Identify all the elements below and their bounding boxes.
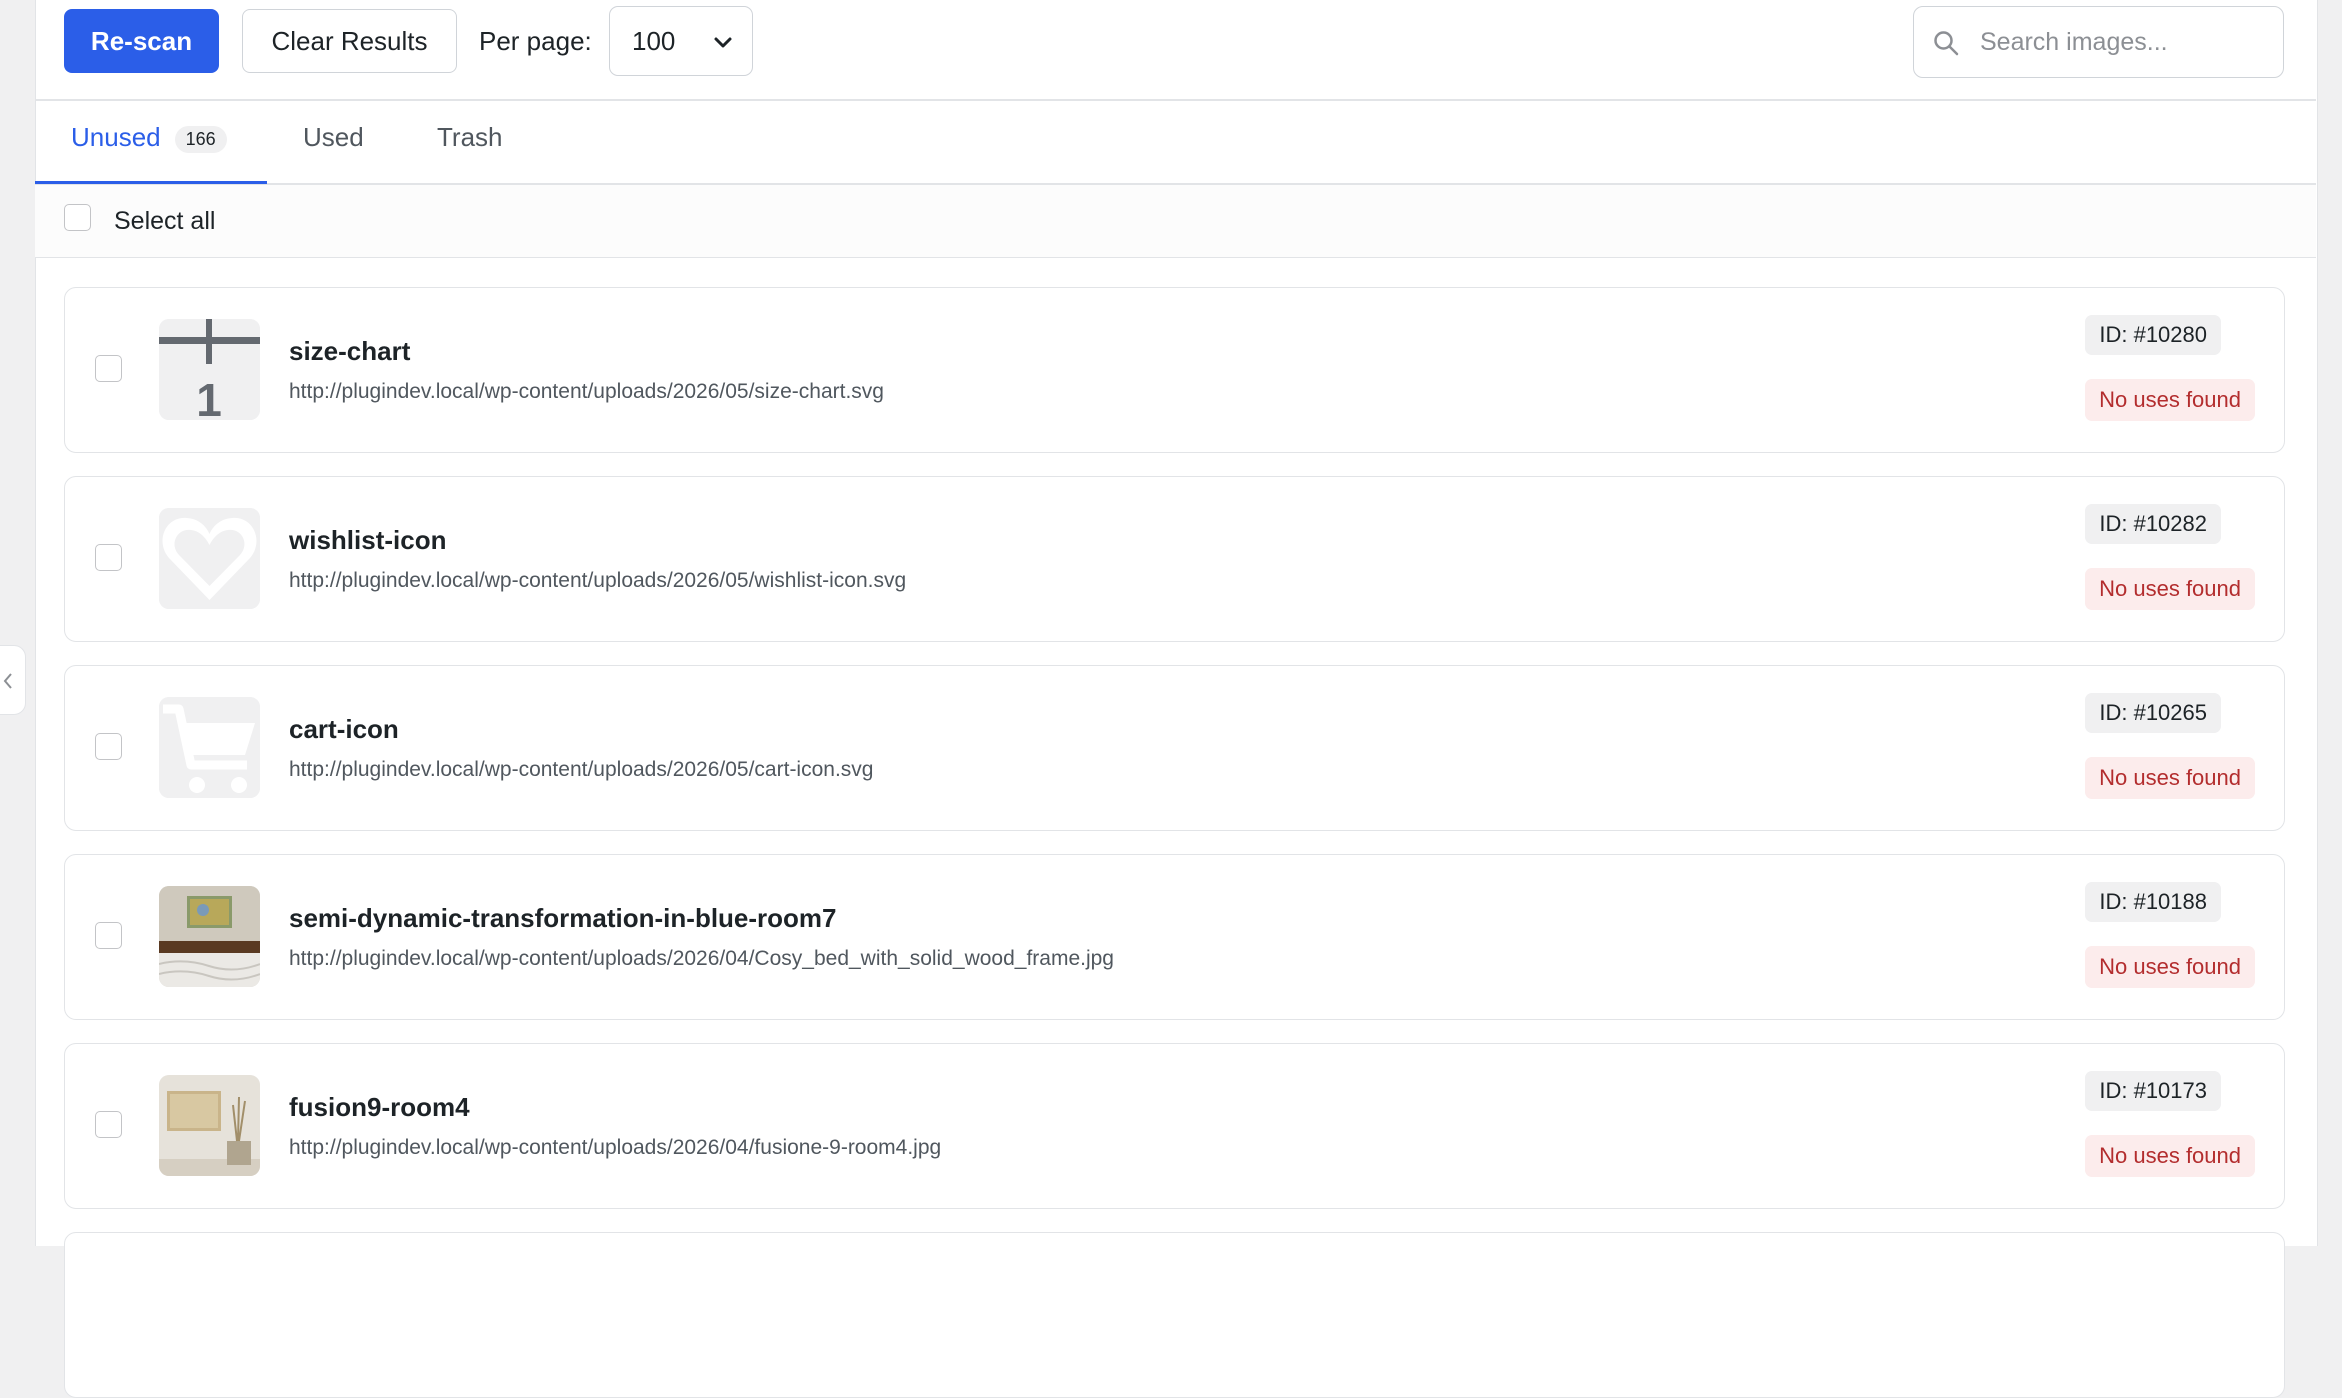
list-item: 1 size-chart http://plugindev.local/wp-c… xyxy=(64,287,2285,453)
item-url: http://plugindev.local/wp-content/upload… xyxy=(289,380,884,403)
rescan-button[interactable]: Re-scan xyxy=(64,9,219,73)
svg-text:1: 1 xyxy=(196,374,222,420)
item-name: size-chart xyxy=(289,336,411,366)
item-name: semi-dynamic-transformation-in-blue-room… xyxy=(289,903,837,933)
status-badge: No uses found xyxy=(2085,1135,2255,1177)
list-item: cart-icon http://plugindev.local/wp-cont… xyxy=(64,665,2285,831)
item-url: http://plugindev.local/wp-content/upload… xyxy=(289,569,907,592)
toolbar-divider xyxy=(35,99,2316,101)
list-item: semi-dynamic-transformation-in-blue-room… xyxy=(64,854,2285,1020)
per-page-select[interactable]: 100 xyxy=(609,6,753,76)
heart-icon xyxy=(159,508,260,609)
per-page-value: 100 xyxy=(632,25,676,56)
chevron-left-icon xyxy=(3,673,12,689)
tab-unused[interactable]: Unused 166 xyxy=(71,122,227,153)
tab-used[interactable]: Used xyxy=(303,122,364,153)
tab-trash-label: Trash xyxy=(437,122,503,152)
item-checkbox[interactable] xyxy=(95,733,122,760)
status-badge: No uses found xyxy=(2085,946,2255,988)
tab-used-label: Used xyxy=(303,122,364,152)
bedroom-photo xyxy=(159,886,260,987)
size-chart-icon: 1 xyxy=(159,319,260,420)
select-all-label: Select all xyxy=(114,207,216,235)
active-tab-indicator xyxy=(35,181,267,184)
select-all-row xyxy=(35,185,2316,258)
item-name: fusion9-room4 xyxy=(289,1092,470,1122)
item-name: wishlist-icon xyxy=(289,525,447,555)
item-id-badge: ID: #10282 xyxy=(2085,504,2221,544)
clear-results-button[interactable]: Clear Results xyxy=(242,9,457,73)
list-item: wishlist-icon http://plugindev.local/wp-… xyxy=(64,476,2285,642)
search-input[interactable] xyxy=(1978,19,2272,65)
item-id-badge: ID: #10188 xyxy=(2085,882,2221,922)
item-url: http://plugindev.local/wp-content/upload… xyxy=(289,758,874,781)
item-name: cart-icon xyxy=(289,714,399,744)
item-id-badge: ID: #10265 xyxy=(2085,693,2221,733)
item-url: http://plugindev.local/wp-content/upload… xyxy=(289,947,1114,970)
cart-icon xyxy=(159,697,260,798)
tab-trash[interactable]: Trash xyxy=(437,122,503,153)
list-item: fusion9-room4 http://plugindev.local/wp-… xyxy=(64,1043,2285,1209)
list-item-partial xyxy=(64,1232,2285,1398)
item-checkbox[interactable] xyxy=(95,1111,122,1138)
sidebar-collapse-handle[interactable] xyxy=(0,645,26,715)
item-checkbox[interactable] xyxy=(95,355,122,382)
room-photo xyxy=(159,1075,260,1176)
unused-count-badge: 166 xyxy=(174,125,227,153)
status-badge: No uses found xyxy=(2085,379,2255,421)
status-badge: No uses found xyxy=(2085,568,2255,610)
item-checkbox[interactable] xyxy=(95,544,122,571)
item-id-badge: ID: #10173 xyxy=(2085,1071,2221,1111)
per-page-label: Per page: xyxy=(479,26,592,56)
search-icon xyxy=(1934,31,1959,56)
chevron-down-icon xyxy=(714,37,732,48)
item-url: http://plugindev.local/wp-content/upload… xyxy=(289,1136,942,1159)
search-box[interactable] xyxy=(1913,6,2284,78)
tab-unused-label: Unused xyxy=(71,122,161,152)
select-all-checkbox[interactable] xyxy=(64,204,91,231)
item-checkbox[interactable] xyxy=(95,922,122,949)
status-badge: No uses found xyxy=(2085,757,2255,799)
item-id-badge: ID: #10280 xyxy=(2085,315,2221,355)
